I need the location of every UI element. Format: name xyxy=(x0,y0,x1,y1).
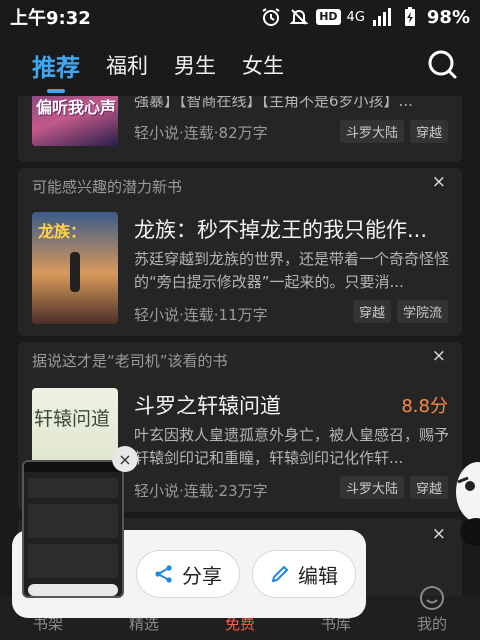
hd-badge: HD xyxy=(316,9,341,25)
nav-label: 我的 xyxy=(416,615,447,633)
book-meta: 轻小说·连载·11万字 xyxy=(134,306,268,324)
thumb-row xyxy=(28,584,118,596)
share-icon xyxy=(155,565,172,583)
book-meta: 轻小说·连载·82万字 xyxy=(134,124,268,142)
thumb-row xyxy=(28,544,118,578)
search-icon[interactable] xyxy=(426,48,458,80)
smile-icon xyxy=(419,586,444,610)
close-icon[interactable]: × xyxy=(432,524,446,544)
tag[interactable]: 斗罗大陆 xyxy=(339,476,404,499)
tab-male[interactable]: 男生 xyxy=(174,50,216,80)
tab-welfare[interactable]: 福利 xyxy=(106,50,148,80)
book-title: 龙族：秒不掉龙王的我只能作... xyxy=(134,218,428,242)
thumb-row xyxy=(28,504,118,538)
network-type: 4G xyxy=(346,9,365,25)
thumb-statusbar xyxy=(24,462,122,472)
alarm-icon xyxy=(260,6,282,28)
tab-indicator xyxy=(47,88,65,93)
book-item[interactable]: 龙族： 龙族：秒不掉龙王的我只能作... 苏廷穿越到龙族的世界，还是带着一个奇奇… xyxy=(32,212,452,332)
pencil-icon xyxy=(271,565,289,583)
tag[interactable]: 穿越 xyxy=(409,476,448,499)
mascot-image[interactable] xyxy=(452,452,480,548)
cover-figure xyxy=(70,252,80,292)
book-title: 斗罗之轩辕问道 xyxy=(134,394,281,418)
edit-button[interactable]: 编辑 xyxy=(252,550,356,598)
section-title: 可能感兴趣的潜力新书 xyxy=(32,178,183,196)
tag[interactable]: 斗罗大陆 xyxy=(339,120,404,143)
share-label: 分享 xyxy=(182,563,222,588)
edit-label: 编辑 xyxy=(298,563,338,588)
battery-charging-icon xyxy=(399,6,421,28)
close-icon[interactable]: × xyxy=(432,172,446,192)
close-icon[interactable]: × xyxy=(432,346,446,366)
share-button[interactable]: 分享 xyxy=(136,550,240,598)
thumb-row xyxy=(28,478,118,498)
book-meta: 轻小说·连载·23万字 xyxy=(134,482,268,500)
tab-label: 推荐 xyxy=(32,53,80,82)
cover-title: 偏听我心声 xyxy=(36,98,117,117)
section-title: 据说这才是“老司机”该看的书 xyxy=(32,352,228,370)
book-desc: 苏廷穿越到龙族的世界，还是带着一个奇奇怪怪的“旁白提示修改器”一起来的。只要消.… xyxy=(134,250,450,291)
book-score: 8.8分 xyxy=(401,396,448,417)
book-tags: 穿越 学院流 xyxy=(352,300,448,323)
book-desc: 叶玄因救人皇遗孤意外身亡，被人皇感召，赐予轩辕剑印记和重瞳，轩辕剑印记化作轩..… xyxy=(134,426,450,467)
mute-bell-icon xyxy=(288,6,310,28)
close-icon[interactable]: × xyxy=(112,446,138,472)
nav-mine[interactable]: 我的 xyxy=(417,585,447,634)
tab-recommend[interactable]: 推荐 xyxy=(32,48,80,93)
signal-icon xyxy=(371,6,393,28)
book-tags: 斗罗大陆 穿越 xyxy=(339,476,448,499)
cover-title: 龙族： xyxy=(38,222,87,241)
tab-female[interactable]: 女生 xyxy=(242,50,284,80)
top-tab-bar: 推荐 福利 男生 女生 xyxy=(0,34,480,96)
screenshot-thumbnail[interactable] xyxy=(22,460,124,598)
tag[interactable]: 学院流 xyxy=(396,300,448,323)
status-time: 上午9:32 xyxy=(10,8,91,29)
cover-title: 轩辕问道 xyxy=(34,408,111,430)
app-screen: 上午9:32 HD 4G 98% 推荐 福利 男生 女生 偏听我心声 强暴】【智… xyxy=(0,0,480,640)
status-bar: 上午9:32 HD 4G 98% xyxy=(0,0,480,34)
battery-level: 98% xyxy=(426,6,470,28)
tag[interactable]: 穿越 xyxy=(409,120,448,143)
book-cover[interactable]: 龙族： xyxy=(32,212,118,324)
book-desc: 强暴】【智商在线】【主角不是6岁小孩】... xyxy=(134,96,413,110)
status-icons: HD 4G 98% xyxy=(260,6,470,28)
book-cover[interactable]: 偏听我心声 xyxy=(32,96,118,146)
book-tags: 斗罗大陆 穿越 xyxy=(339,120,448,143)
tag[interactable]: 穿越 xyxy=(352,300,391,323)
